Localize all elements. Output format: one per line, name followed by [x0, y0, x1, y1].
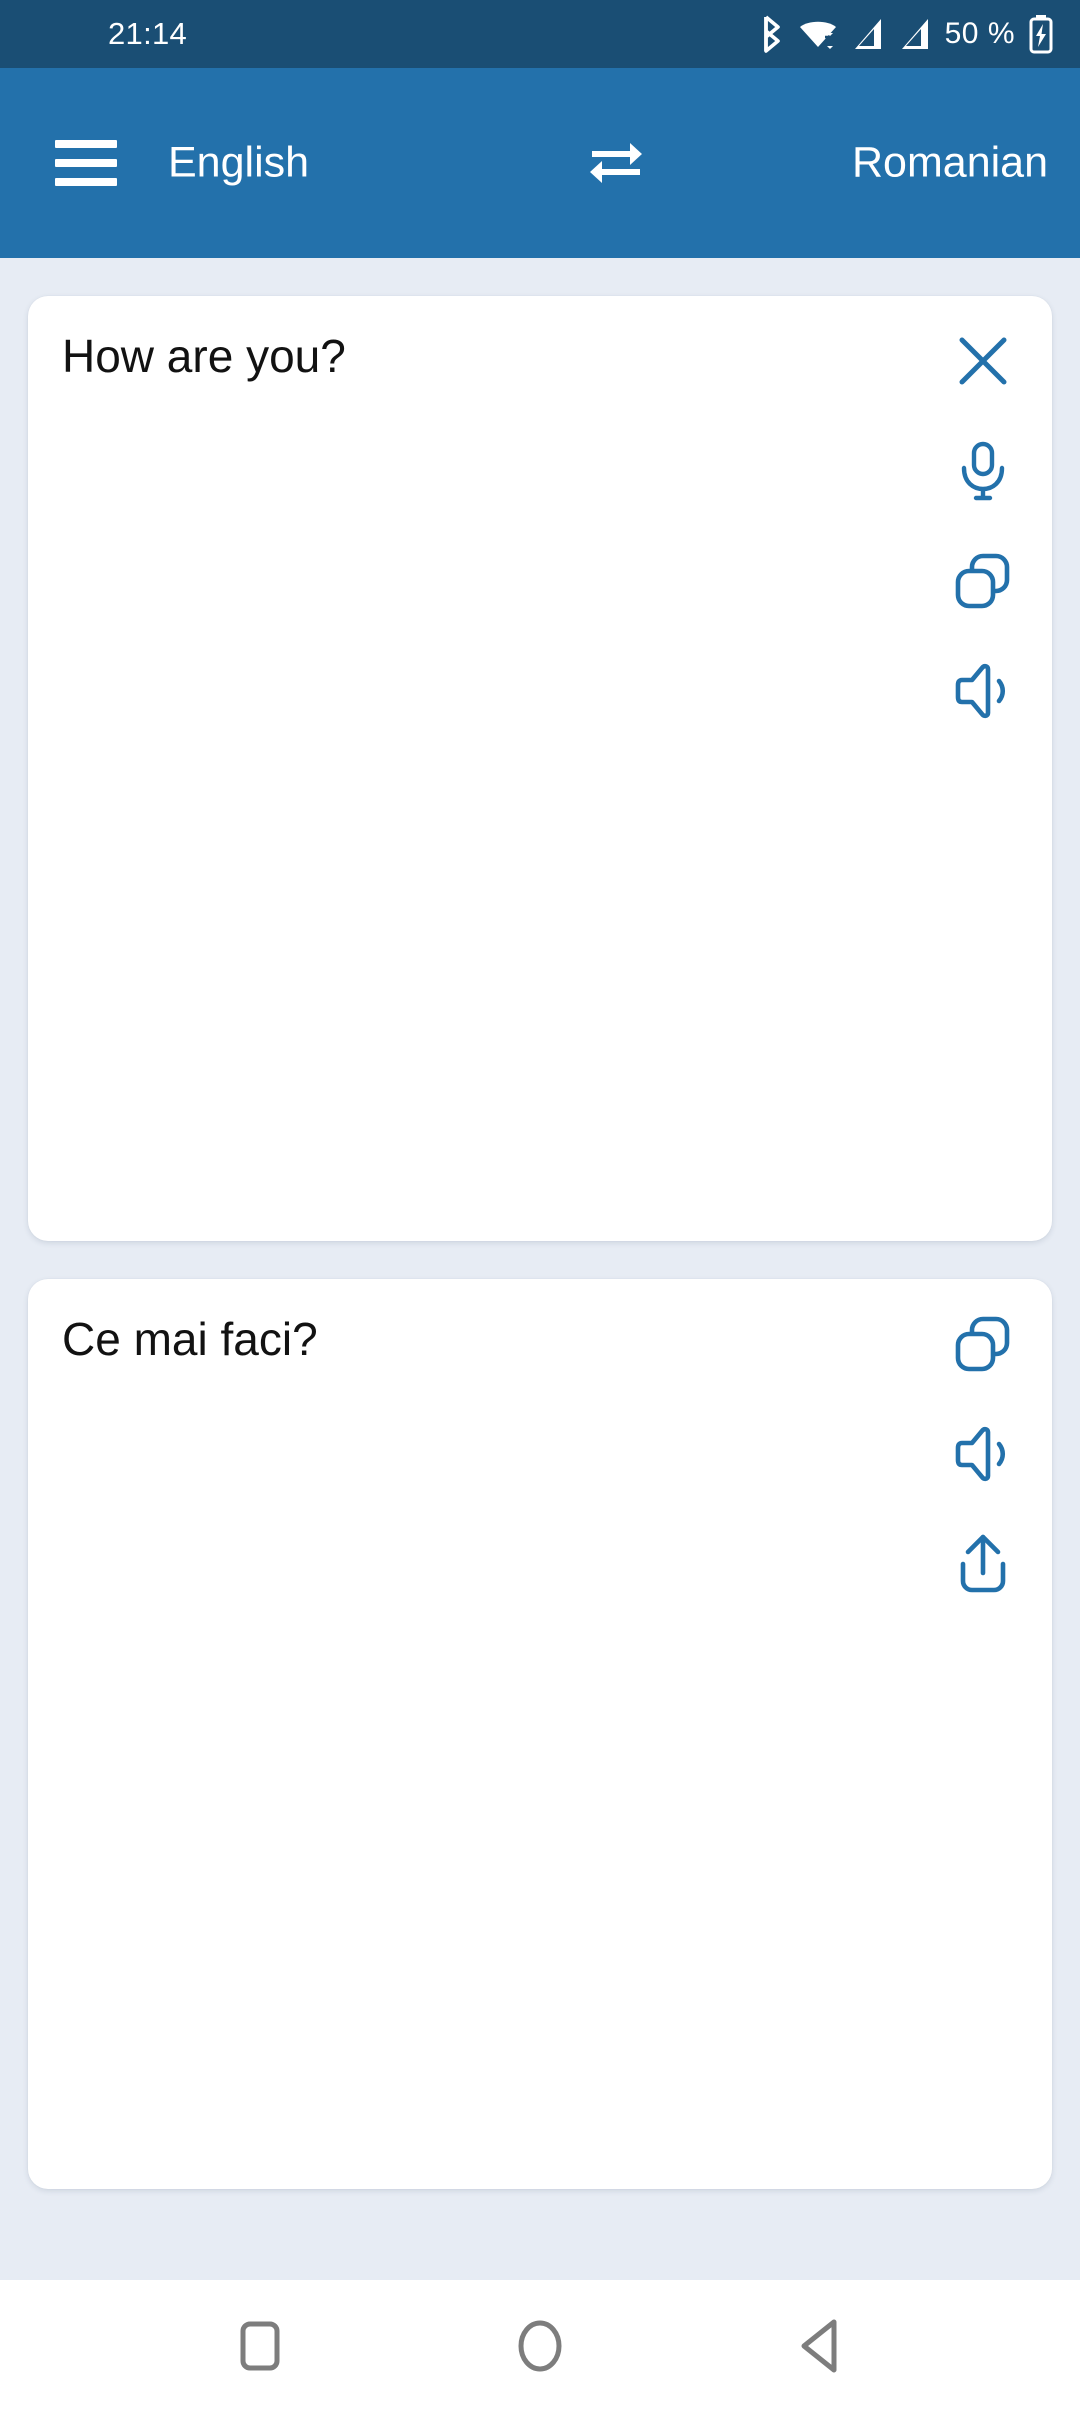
source-text-card: How are you?	[28, 296, 1052, 1241]
cellular-signal-2-icon	[898, 16, 932, 52]
clear-text-button[interactable]	[948, 326, 1018, 396]
status-bar-indicators: 50 %	[759, 14, 1054, 54]
triangle-left-icon	[796, 2318, 844, 2374]
square-icon	[237, 2318, 283, 2374]
circle-icon	[515, 2318, 565, 2374]
home-button[interactable]	[492, 2298, 588, 2394]
status-bar: 21:14 50 %	[0, 0, 1080, 68]
copy-translation-button[interactable]	[948, 1309, 1018, 1379]
hamburger-bar	[55, 140, 117, 148]
copy-source-button[interactable]	[948, 546, 1018, 616]
source-language-selector[interactable]: English	[168, 139, 309, 188]
translation-text[interactable]: Ce mai faci?	[28, 1279, 1052, 2189]
app-screen: 21:14 50 % English Romanian How are you?…	[0, 0, 1080, 2412]
content-area: How are you? Ce mai faci?	[0, 258, 1080, 2280]
speaker-icon	[952, 663, 1014, 719]
hamburger-bar	[55, 178, 117, 186]
translation-card-actions	[936, 1309, 1030, 1599]
wifi-icon	[798, 15, 838, 53]
share-translation-button[interactable]	[948, 1529, 1018, 1599]
microphone-icon	[955, 440, 1011, 502]
recents-button[interactable]	[212, 2298, 308, 2394]
cellular-signal-1-icon	[851, 16, 885, 52]
hamburger-bar	[55, 159, 117, 167]
swap-languages-icon[interactable]	[586, 137, 646, 189]
target-language-selector[interactable]: Romanian	[852, 139, 1048, 188]
speak-translation-button[interactable]	[948, 1419, 1018, 1489]
source-card-actions	[936, 326, 1030, 726]
voice-input-button[interactable]	[948, 436, 1018, 506]
back-button[interactable]	[772, 2298, 868, 2394]
share-icon	[954, 1533, 1012, 1595]
hamburger-menu-icon[interactable]	[55, 140, 117, 186]
source-text-input[interactable]: How are you?	[28, 296, 1052, 1241]
status-bar-clock: 21:14	[108, 16, 188, 51]
translation-result-card: Ce mai faci?	[28, 1279, 1052, 2189]
system-navigation-bar	[0, 2280, 1080, 2412]
battery-charging-icon	[1028, 14, 1054, 54]
copy-icon	[953, 551, 1013, 611]
speaker-icon	[952, 1426, 1014, 1482]
speak-source-button[interactable]	[948, 656, 1018, 726]
close-icon	[954, 332, 1012, 390]
battery-percent-label: 50 %	[944, 17, 1015, 50]
app-bar: English Romanian	[0, 68, 1080, 258]
bluetooth-icon	[759, 15, 785, 53]
copy-icon	[953, 1314, 1013, 1374]
